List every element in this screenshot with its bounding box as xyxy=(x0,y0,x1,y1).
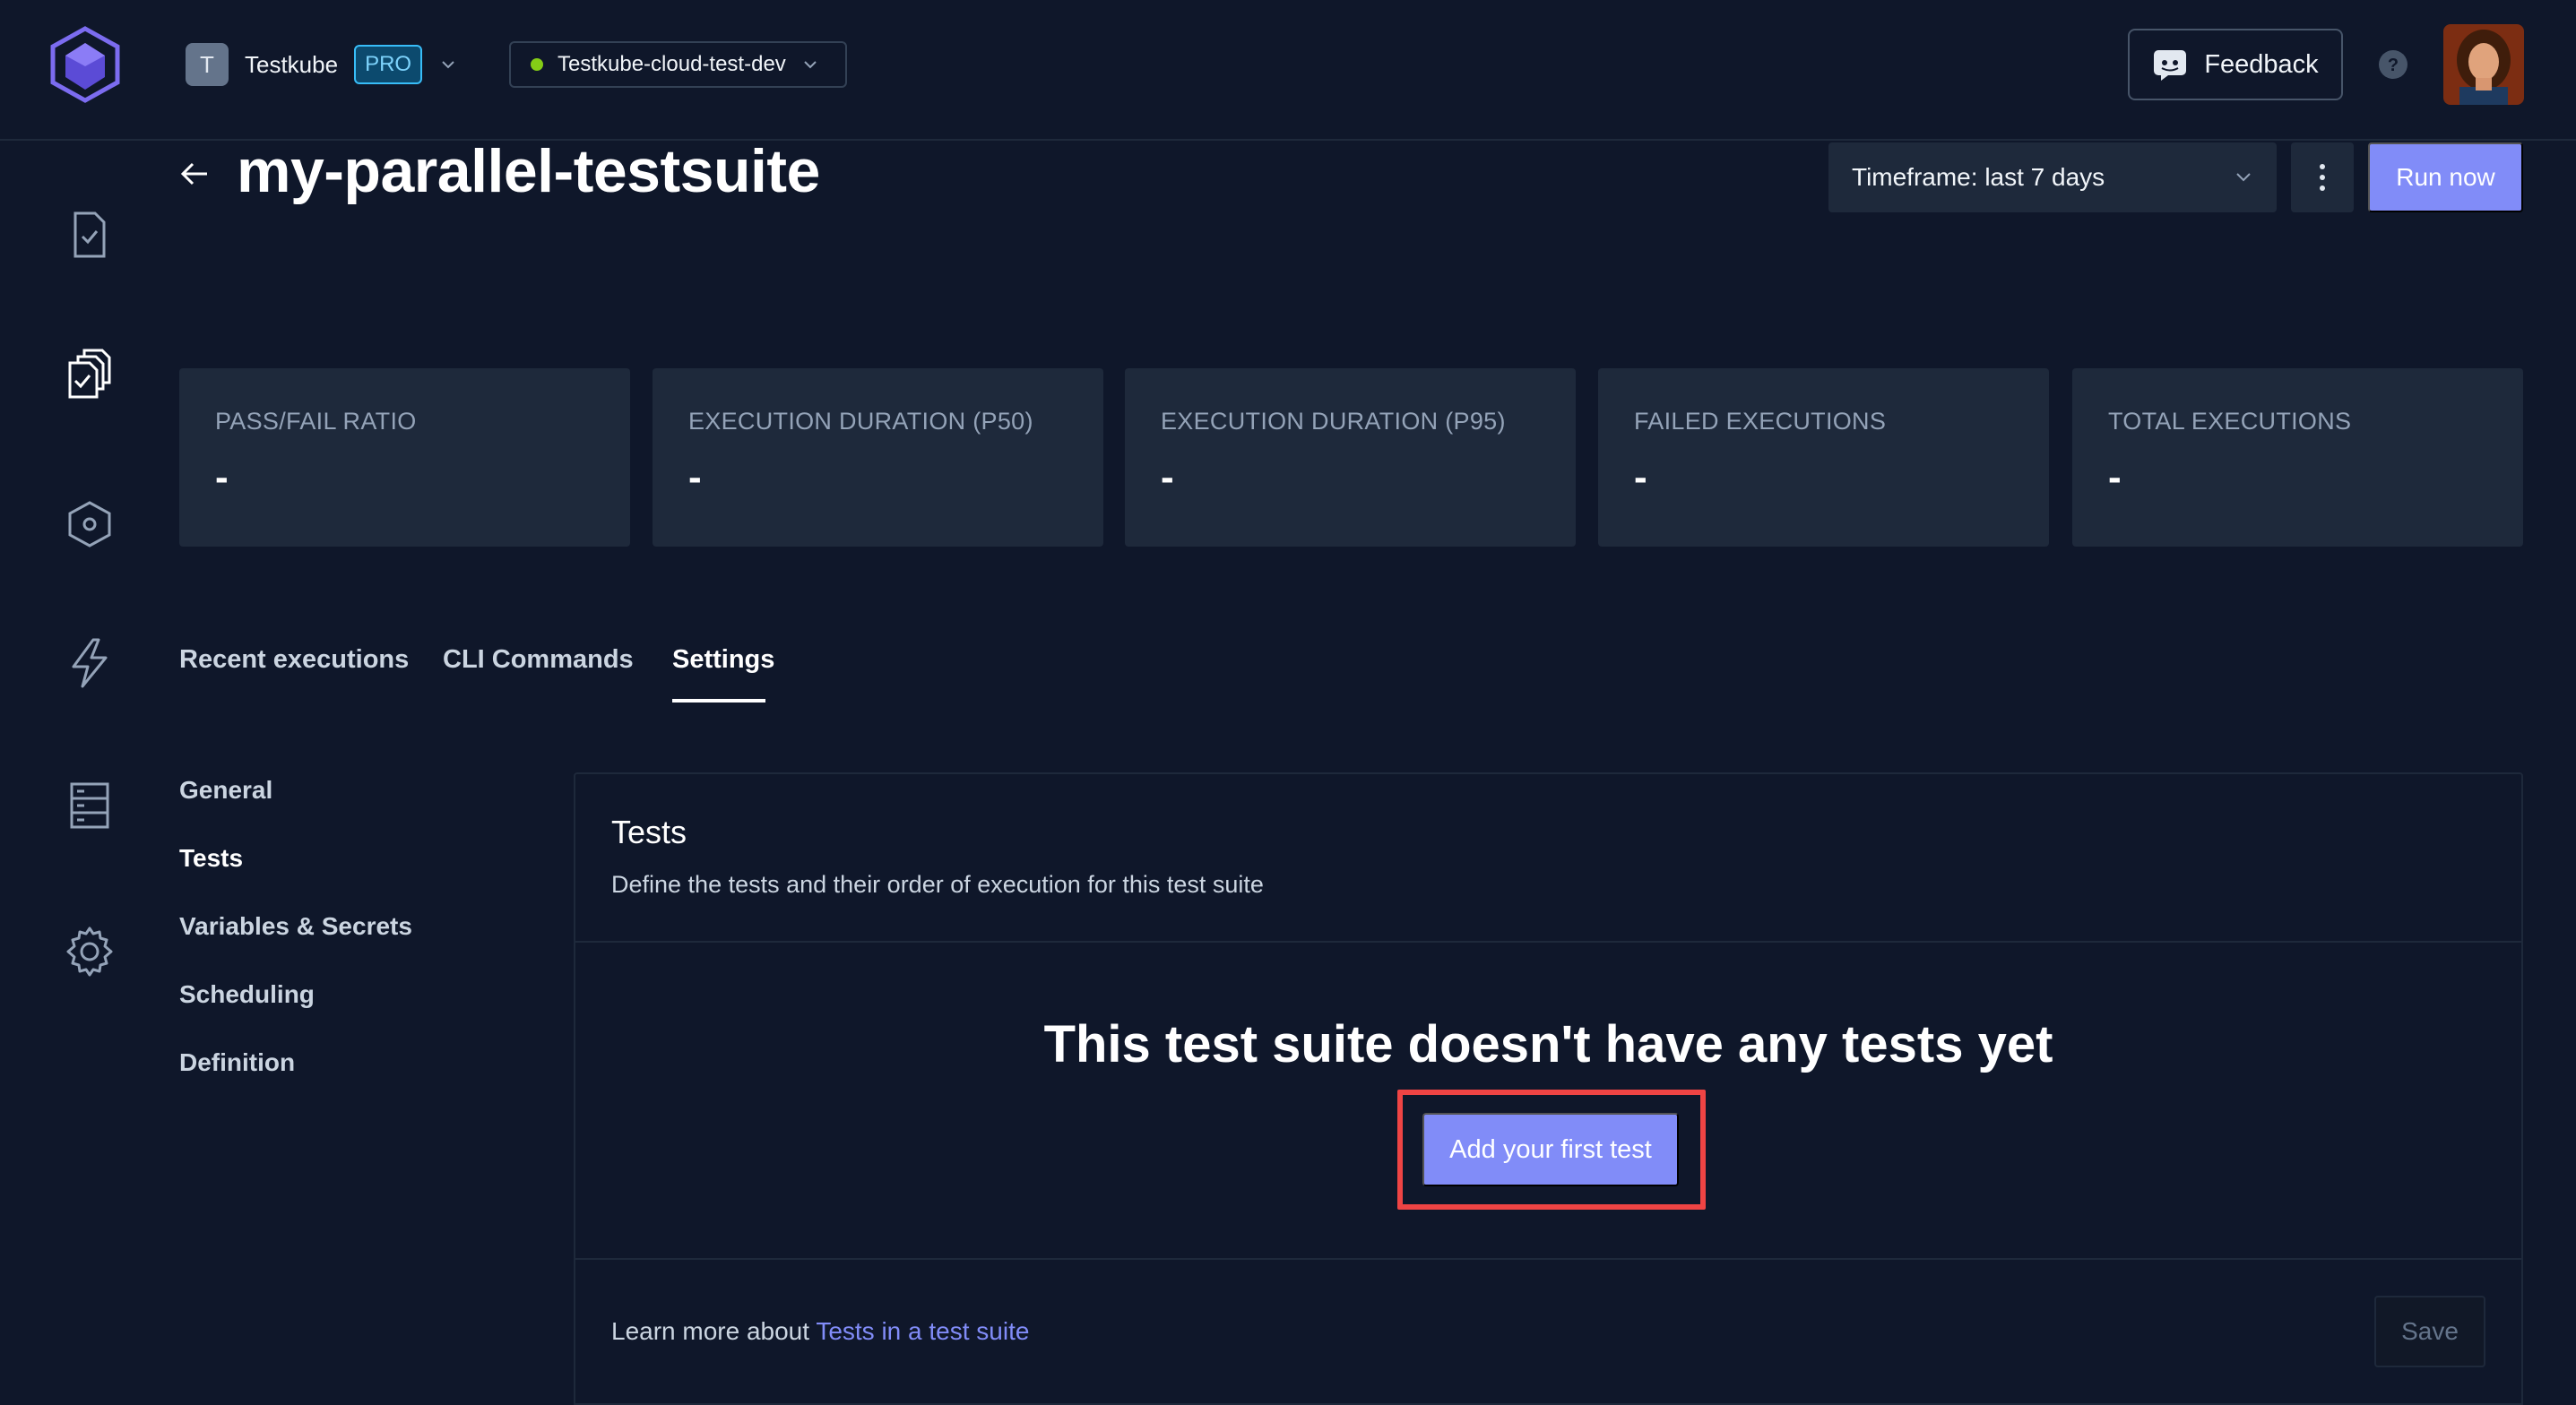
org-name: Testkube xyxy=(245,50,339,78)
stat-card-duration-p95: EXECUTION DURATION (P95) - xyxy=(1125,368,1576,547)
stat-card-duration-p50: EXECUTION DURATION (P50) - xyxy=(653,368,1103,547)
panel-title: Tests xyxy=(611,814,687,850)
stat-card-total-executions: TOTAL EXECUTIONS - xyxy=(2072,368,2523,547)
stat-value: - xyxy=(1161,455,1174,499)
chevron-down-icon xyxy=(804,61,817,69)
add-first-test-button[interactable]: Add your first test xyxy=(1422,1113,1679,1186)
org-switcher[interactable]: T Testkube PRO xyxy=(186,43,458,86)
top-bar: T Testkube PRO Testkube-cloud-test-dev F… xyxy=(0,0,2576,141)
server-list-icon[interactable] xyxy=(63,779,117,832)
chevron-down-icon xyxy=(2236,173,2251,182)
feedback-button[interactable]: Feedback xyxy=(2128,29,2343,100)
timeframe-value: Timeframe: last 7 days xyxy=(1852,163,2105,191)
test-suites-icon[interactable] xyxy=(63,347,117,401)
dot xyxy=(2320,185,2325,191)
stat-label: TOTAL EXECUTIONS xyxy=(2108,408,2352,435)
svg-text:?: ? xyxy=(2388,56,2399,75)
stats-row: PASS/FAIL RATIO - EXECUTION DURATION (P5… xyxy=(179,368,2523,547)
environment-status-dot xyxy=(531,58,543,71)
stat-value: - xyxy=(2108,455,2122,499)
environment-name: Testkube-cloud-test-dev xyxy=(558,52,786,76)
panel-footer: Learn more about Tests in a test suite S… xyxy=(575,1258,2521,1405)
tab-settings[interactable]: Settings xyxy=(672,645,774,675)
settings-item-definition[interactable]: Definition xyxy=(179,1048,295,1077)
testkube-logo[interactable] xyxy=(49,25,121,104)
stat-label: PASS/FAIL RATIO xyxy=(215,408,417,435)
lightning-icon[interactable] xyxy=(63,636,117,690)
user-photo xyxy=(2443,24,2524,105)
help-icon[interactable]: ? xyxy=(2377,48,2409,81)
stat-card-failed-executions: FAILED EXECUTIONS - xyxy=(1598,368,2049,547)
panel-description: Define the tests and their order of exec… xyxy=(611,871,1264,898)
sidebar xyxy=(0,141,179,1405)
test-file-icon[interactable] xyxy=(63,208,117,262)
save-button[interactable]: Save xyxy=(2374,1296,2485,1367)
page-title: my-parallel-testsuite xyxy=(237,137,820,205)
plan-badge: PRO xyxy=(354,45,423,84)
shield-gear-icon[interactable] xyxy=(63,497,117,551)
feedback-label: Feedback xyxy=(2204,49,2319,79)
settings-item-tests[interactable]: Tests xyxy=(179,844,243,873)
chevron-down-icon xyxy=(442,61,454,69)
stat-value: - xyxy=(215,455,229,499)
active-tab-indicator xyxy=(672,699,765,702)
settings-item-variables-secrets[interactable]: Variables & Secrets xyxy=(179,912,412,941)
discord-icon xyxy=(2154,50,2187,81)
environment-selector[interactable]: Testkube-cloud-test-dev xyxy=(509,41,847,88)
back-arrow-icon[interactable] xyxy=(177,156,212,192)
stat-card-pass-fail-ratio: PASS/FAIL RATIO - xyxy=(179,368,630,547)
learn-more-prefix: Learn more about xyxy=(611,1317,817,1345)
run-now-button[interactable]: Run now xyxy=(2368,142,2523,212)
panel-header: Tests Define the tests and their order o… xyxy=(575,774,2521,943)
stat-value: - xyxy=(1634,455,1647,499)
settings-item-scheduling[interactable]: Scheduling xyxy=(179,980,315,1009)
tab-cli-commands[interactable]: CLI Commands xyxy=(443,645,634,675)
dot xyxy=(2320,175,2325,180)
learn-more-link[interactable]: Tests in a test suite xyxy=(816,1317,1029,1345)
dot xyxy=(2320,164,2325,169)
stat-value: - xyxy=(688,455,702,499)
org-avatar: T xyxy=(186,43,229,86)
tab-recent-executions[interactable]: Recent executions xyxy=(179,645,409,675)
timeframe-select[interactable]: Timeframe: last 7 days xyxy=(1828,142,2277,212)
stat-label: FAILED EXECUTIONS xyxy=(1634,408,1887,435)
gear-icon[interactable] xyxy=(63,925,117,978)
more-options-button[interactable] xyxy=(2291,142,2354,212)
empty-state-title: This test suite doesn't have any tests y… xyxy=(1043,1015,2053,1073)
stat-label: EXECUTION DURATION (P50) xyxy=(688,408,1033,435)
user-avatar[interactable] xyxy=(2443,24,2524,105)
tests-panel: Tests Define the tests and their order o… xyxy=(574,772,2523,1405)
stat-label: EXECUTION DURATION (P95) xyxy=(1161,408,1506,435)
learn-more-text: Learn more about Tests in a test suite xyxy=(611,1317,1029,1346)
settings-item-general[interactable]: General xyxy=(179,776,272,805)
